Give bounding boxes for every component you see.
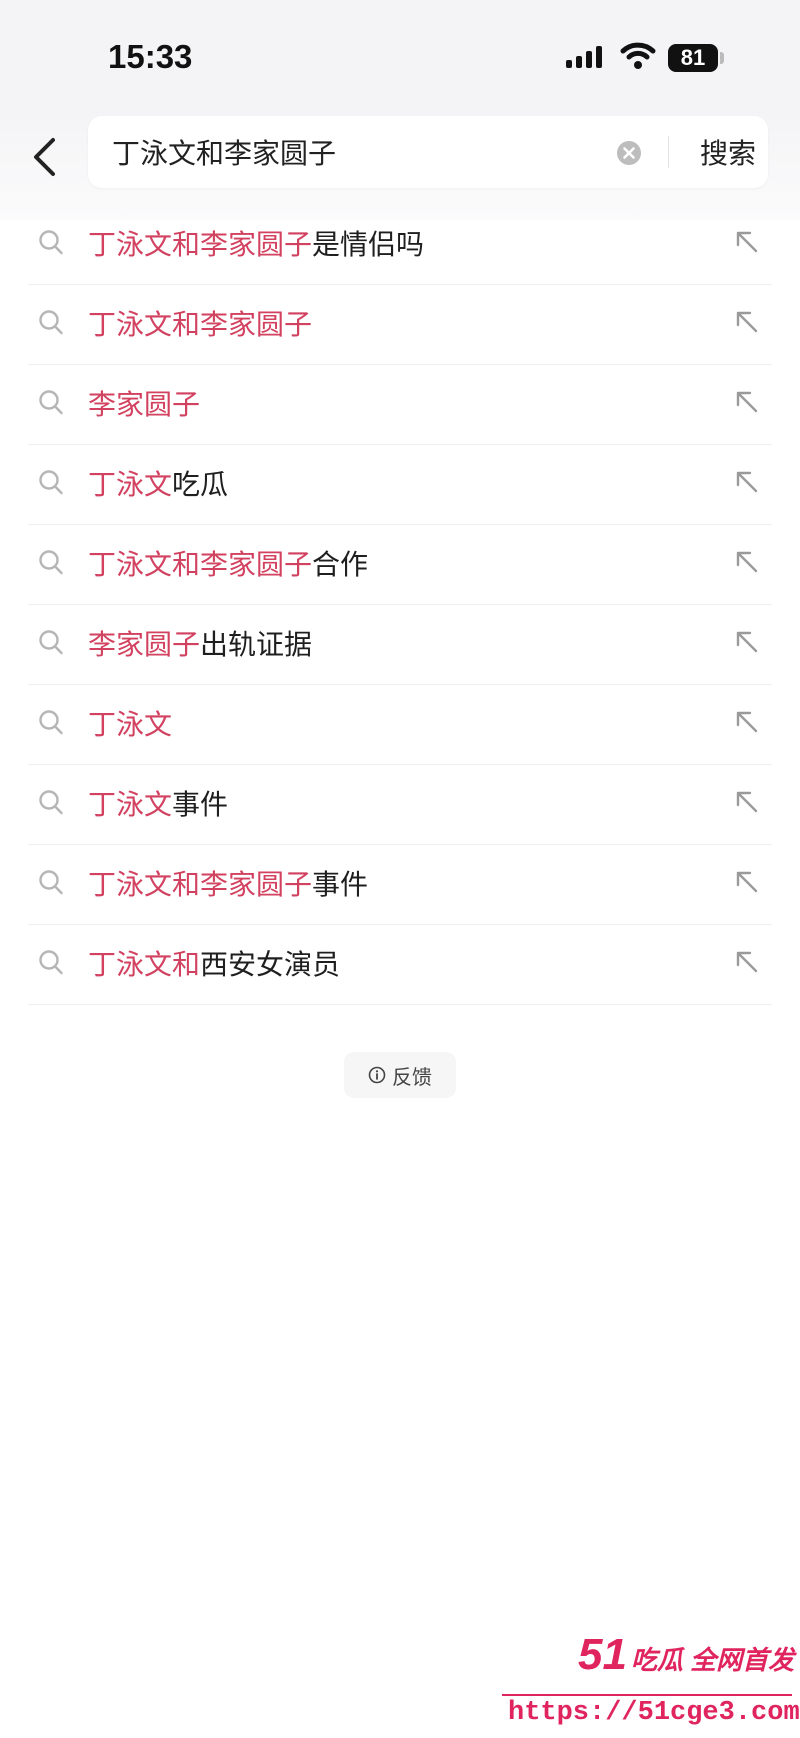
clear-input-icon[interactable] xyxy=(616,140,642,166)
status-bar: 15:33 81 xyxy=(0,0,800,110)
fill-arrow-icon[interactable] xyxy=(734,949,760,975)
search-input[interactable] xyxy=(112,116,592,188)
search-icon xyxy=(39,310,63,335)
suggestion-text: 丁泳文和李家圆子 xyxy=(88,285,312,364)
suggestion-item[interactable]: 丁泳文和李家圆子合作 xyxy=(28,525,772,605)
chevron-left-icon xyxy=(34,138,55,176)
watermark-url: https://51cge3.com xyxy=(508,1698,800,1728)
search-icon xyxy=(39,470,63,495)
search-button[interactable]: 搜索 xyxy=(688,116,768,188)
info-icon xyxy=(368,1066,386,1084)
suggestion-text: 丁泳文 xyxy=(88,685,172,764)
suggestion-rest: 吃瓜 xyxy=(172,468,229,501)
wifi-icon xyxy=(620,42,656,69)
fill-arrow-icon[interactable] xyxy=(734,629,760,655)
suggestion-item[interactable]: 丁泳文和西安女演员 xyxy=(28,925,772,1005)
suggestion-highlight: 丁泳文 xyxy=(88,708,173,741)
search-icon xyxy=(39,550,63,575)
suggestion-text: 丁泳文和李家圆子合作 xyxy=(88,525,368,604)
battery-indicator: 81 xyxy=(668,44,718,72)
watermark: 51 吃瓜 全网首发 https://51cge3.com xyxy=(498,1628,800,1738)
back-button[interactable] xyxy=(22,130,66,184)
suggestion-highlight: 丁泳文 xyxy=(88,788,173,821)
suggestion-text: 丁泳文和李家圆子事件 xyxy=(88,845,368,924)
fill-arrow-icon[interactable] xyxy=(734,309,760,335)
search-icon xyxy=(39,950,63,975)
suggestion-item[interactable]: 丁泳文和李家圆子 xyxy=(28,285,772,365)
suggestion-rest: 西安女演员 xyxy=(200,948,341,981)
search-icon xyxy=(39,630,63,655)
suggestion-item[interactable]: 丁泳文 xyxy=(28,685,772,765)
feedback-label: 反馈 xyxy=(392,1064,432,1089)
search-icon xyxy=(39,390,63,415)
search-divider xyxy=(668,136,669,168)
search-icon xyxy=(39,710,63,735)
search-icon xyxy=(39,230,63,255)
suggestion-text: 丁泳文事件 xyxy=(88,765,228,844)
fill-arrow-icon[interactable] xyxy=(734,869,760,895)
suggestion-highlight: 丁泳文和李家圆子 xyxy=(88,868,313,901)
suggestion-highlight: 丁泳文和 xyxy=(88,948,201,981)
fill-arrow-icon[interactable] xyxy=(734,389,760,415)
feedback-button[interactable]: 反馈 xyxy=(344,1052,456,1098)
suggestion-highlight: 丁泳文和李家圆子 xyxy=(88,308,313,341)
suggestion-list: 丁泳文和李家圆子是情侣吗 丁泳文和李家圆子 李家圆子 丁泳文吃瓜 丁泳文和李家圆… xyxy=(28,205,772,1005)
fill-arrow-icon[interactable] xyxy=(734,229,760,255)
suggestion-text: 丁泳文和西安女演员 xyxy=(88,925,340,1004)
watermark-line xyxy=(502,1694,792,1696)
suggestion-item[interactable]: 李家圆子出轨证据 xyxy=(28,605,772,685)
suggestion-rest: 事件 xyxy=(312,868,369,901)
watermark-brand: 51 吃瓜 全网首发 xyxy=(578,1630,794,1680)
battery-tip xyxy=(720,52,724,64)
suggestion-highlight: 丁泳文和李家圆子 xyxy=(88,548,313,581)
suggestion-rest: 出轨证据 xyxy=(200,628,313,661)
suggestion-text: 丁泳文吃瓜 xyxy=(88,445,228,524)
search-icon xyxy=(39,790,63,815)
suggestion-item[interactable]: 丁泳文和李家圆子事件 xyxy=(28,845,772,925)
fill-arrow-icon[interactable] xyxy=(734,549,760,575)
cellular-signal-icon xyxy=(566,46,602,68)
suggestion-highlight: 丁泳文 xyxy=(88,468,173,501)
watermark-brand-text: 吃瓜 全网首发 xyxy=(630,1645,795,1675)
fill-arrow-icon[interactable] xyxy=(734,709,760,735)
battery-level: 81 xyxy=(680,45,706,70)
fill-arrow-icon[interactable] xyxy=(734,789,760,815)
search-header: 搜索 xyxy=(0,110,800,220)
suggestion-text: 丁泳文和李家圆子是情侣吗 xyxy=(88,205,424,284)
suggestion-rest: 事件 xyxy=(172,788,229,821)
suggestion-text: 李家圆子出轨证据 xyxy=(88,605,312,684)
fill-arrow-icon[interactable] xyxy=(734,469,760,495)
suggestion-rest: 是情侣吗 xyxy=(312,228,425,261)
search-icon xyxy=(39,870,63,895)
suggestion-item[interactable]: 李家圆子 xyxy=(28,365,772,445)
suggestion-highlight: 李家圆子 xyxy=(88,628,201,661)
suggestion-rest: 合作 xyxy=(312,548,369,581)
suggestion-item[interactable]: 丁泳文事件 xyxy=(28,765,772,845)
status-time: 15:33 xyxy=(108,38,193,75)
suggestion-text: 李家圆子 xyxy=(88,365,200,444)
suggestion-highlight: 丁泳文和李家圆子 xyxy=(88,228,313,261)
suggestion-item[interactable]: 丁泳文和李家圆子是情侣吗 xyxy=(28,205,772,285)
watermark-brand-number: 51 xyxy=(578,1630,627,1679)
suggestion-item[interactable]: 丁泳文吃瓜 xyxy=(28,445,772,525)
suggestion-highlight: 李家圆子 xyxy=(88,388,201,421)
search-box: 搜索 xyxy=(88,116,768,188)
